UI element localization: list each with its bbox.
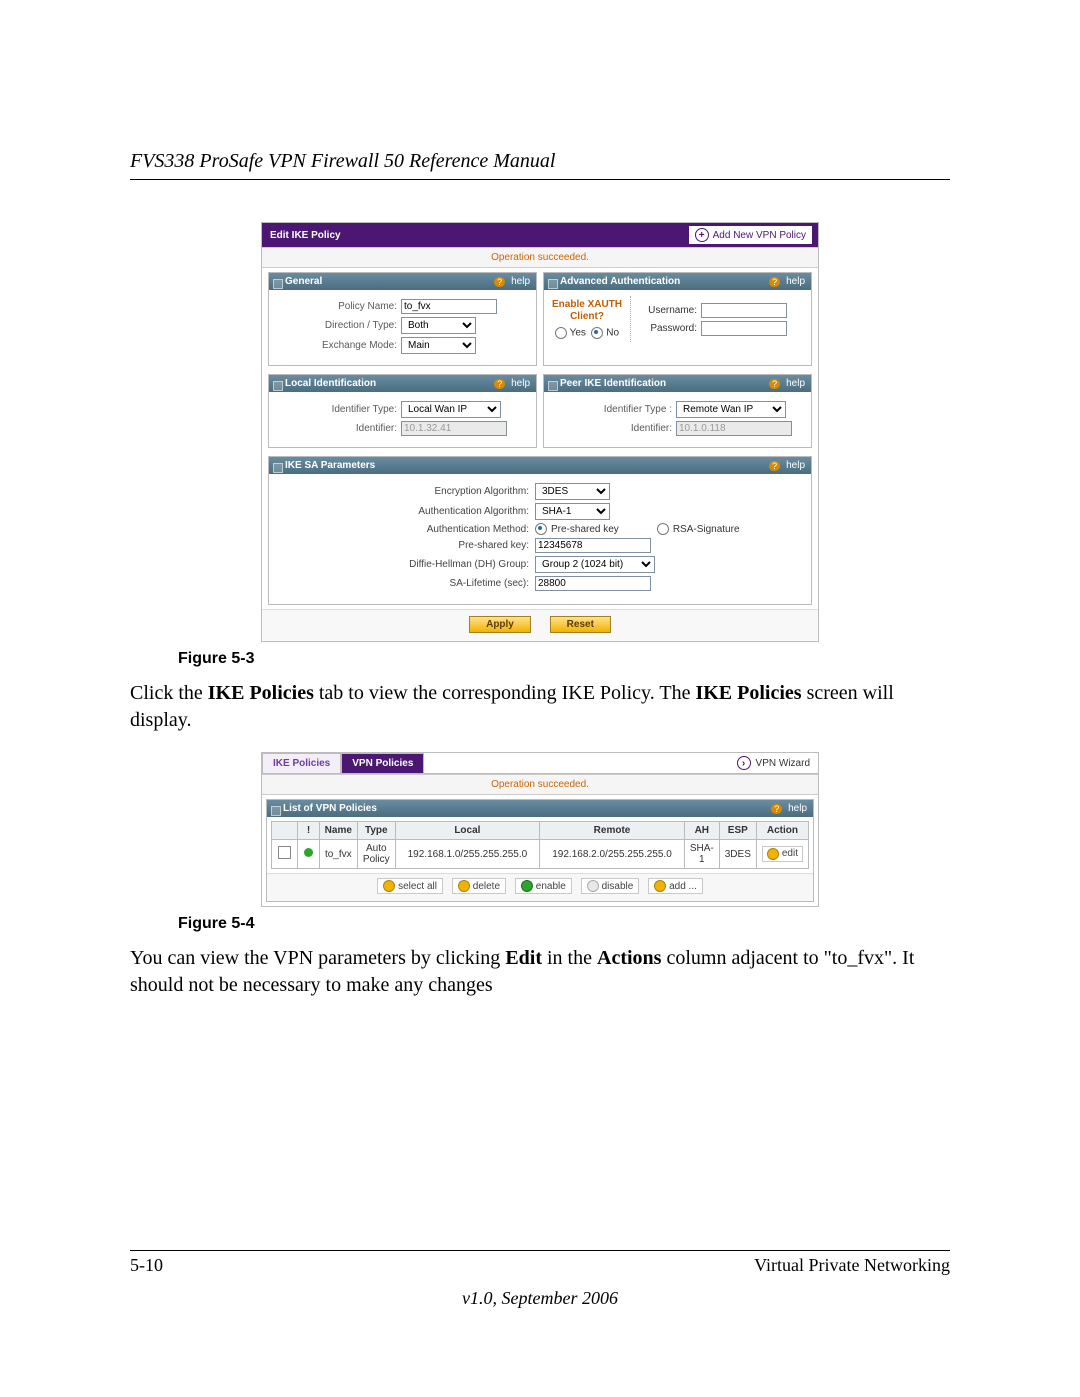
help-link[interactable]: ?help <box>769 276 805 287</box>
password-label: Password: <box>639 323 697 334</box>
peer-type-label: Identifier Type : <box>552 404 672 415</box>
sa-life-input[interactable] <box>535 576 651 591</box>
list-header: List of VPN Policies <box>283 803 377 814</box>
xauth-label-2: Client? <box>552 311 622 323</box>
status-dot-icon <box>304 848 313 857</box>
username-label: Username: <box>639 305 697 316</box>
figure-caption-54: Figure 5-4 <box>178 915 950 933</box>
paragraph-2: You can view the VPN parameters by click… <box>130 945 950 999</box>
adv-auth-header: Advanced Authentication <box>560 276 680 287</box>
psk-label2: Pre-shared key: <box>269 540 535 551</box>
select-all-icon <box>383 880 395 892</box>
enable-icon <box>521 880 533 892</box>
enable-button[interactable]: enable <box>515 878 572 894</box>
reset-button[interactable]: Reset <box>550 616 611 633</box>
enc-alg-select[interactable]: 3DES <box>535 483 610 500</box>
dh-label: Diffie-Hellman (DH) Group: <box>269 559 535 570</box>
auth-method-label: Authentication Method: <box>269 524 535 535</box>
page-number: 5-10 <box>130 1255 163 1276</box>
local-id-header: Local Identification <box>285 378 376 389</box>
help-link[interactable]: ?help <box>769 378 805 389</box>
rsa-radio[interactable] <box>657 523 669 535</box>
dh-select[interactable]: Group 2 (1024 bit) <box>535 556 655 573</box>
edit-button[interactable]: edit <box>762 846 803 862</box>
enc-alg-label: Encryption Algorithm: <box>269 486 535 497</box>
vpn-wizard-link[interactable]: › VPN Wizard <box>729 753 818 773</box>
delete-button[interactable]: delete <box>452 878 506 894</box>
policy-name-label: Policy Name: <box>277 301 397 312</box>
psk-radio[interactable] <box>535 523 547 535</box>
auth-alg-label: Authentication Algorithm: <box>269 506 535 517</box>
vpn-wizard-label: VPN Wizard <box>756 758 810 769</box>
xauth-yes-radio[interactable] <box>555 327 567 339</box>
figure-caption-53: Figure 5-3 <box>178 650 950 668</box>
help-link[interactable]: ?help <box>494 276 530 287</box>
help-link[interactable]: ?help <box>771 803 807 814</box>
rsa-label: RSA-Signature <box>673 524 740 535</box>
username-input[interactable] <box>701 303 787 318</box>
status-message-2: Operation succeeded. <box>262 774 818 795</box>
policy-name-input[interactable] <box>401 299 497 314</box>
xauth-no-radio[interactable] <box>591 327 603 339</box>
add-button[interactable]: add ... <box>648 878 703 894</box>
sa-header: IKE SA Parameters <box>285 460 375 471</box>
edit-icon <box>767 848 779 860</box>
auth-alg-select[interactable]: SHA-1 <box>535 503 610 520</box>
disable-icon <box>587 880 599 892</box>
local-type-select[interactable]: Local Wan IP <box>401 401 501 418</box>
plus-icon: + <box>695 228 709 242</box>
screenshot-ike-policy: Edit IKE Policy + Add New VPN Policy Ope… <box>261 222 819 642</box>
panel-title: Edit IKE Policy <box>270 230 341 241</box>
direction-label: Direction / Type: <box>277 320 397 331</box>
password-input[interactable] <box>701 321 787 336</box>
sa-life-label: SA-Lifetime (sec): <box>269 578 535 589</box>
add-vpn-policy-label: Add New VPN Policy <box>713 230 806 241</box>
local-id-input[interactable] <box>401 421 507 436</box>
help-link[interactable]: ?help <box>769 460 805 471</box>
peer-id-header: Peer IKE Identification <box>560 378 666 389</box>
help-link[interactable]: ?help <box>494 378 530 389</box>
peer-id-label: Identifier: <box>552 423 672 434</box>
tab-vpn-policies[interactable]: VPN Policies <box>341 753 424 773</box>
psk-input[interactable] <box>535 538 651 553</box>
apply-button[interactable]: Apply <box>469 616 531 633</box>
peer-id-input[interactable] <box>676 421 792 436</box>
psk-label: Pre-shared key <box>551 524 619 535</box>
screenshot-vpn-policies: IKE Policies VPN Policies › VPN Wizard O… <box>261 752 819 907</box>
exchange-mode-label: Exchange Mode: <box>277 340 397 351</box>
table-row: to_fvx Auto Policy 192.168.1.0/255.255.2… <box>272 840 809 869</box>
select-all-button[interactable]: select all <box>377 878 443 894</box>
add-icon <box>654 880 666 892</box>
section-name: Virtual Private Networking <box>754 1255 950 1276</box>
direction-select[interactable]: Both <box>401 317 476 334</box>
peer-type-select[interactable]: Remote Wan IP <box>676 401 786 418</box>
disable-button[interactable]: disable <box>581 878 640 894</box>
vpn-policies-table: ! Name Type Local Remote AH ESP Action t… <box>271 821 809 869</box>
local-id-label: Identifier: <box>277 423 397 434</box>
tab-ike-policies[interactable]: IKE Policies <box>262 753 341 773</box>
general-header: General <box>285 276 322 287</box>
no-label: No <box>606 327 619 338</box>
row-checkbox[interactable] <box>278 846 291 859</box>
wizard-icon: › <box>737 756 751 770</box>
yes-label: Yes <box>570 327 586 338</box>
doc-title: FVS338 ProSafe VPN Firewall 50 Reference… <box>130 150 950 180</box>
doc-version: v1.0, September 2006 <box>130 1288 950 1309</box>
exchange-mode-select[interactable]: Main <box>401 337 476 354</box>
xauth-label-1: Enable XAUTH <box>552 299 622 311</box>
local-type-label: Identifier Type: <box>277 404 397 415</box>
add-vpn-policy-link[interactable]: + Add New VPN Policy <box>689 226 812 244</box>
status-message: Operation succeeded. <box>262 247 818 268</box>
paragraph-1: Click the IKE Policies tab to view the c… <box>130 680 950 734</box>
delete-icon <box>458 880 470 892</box>
